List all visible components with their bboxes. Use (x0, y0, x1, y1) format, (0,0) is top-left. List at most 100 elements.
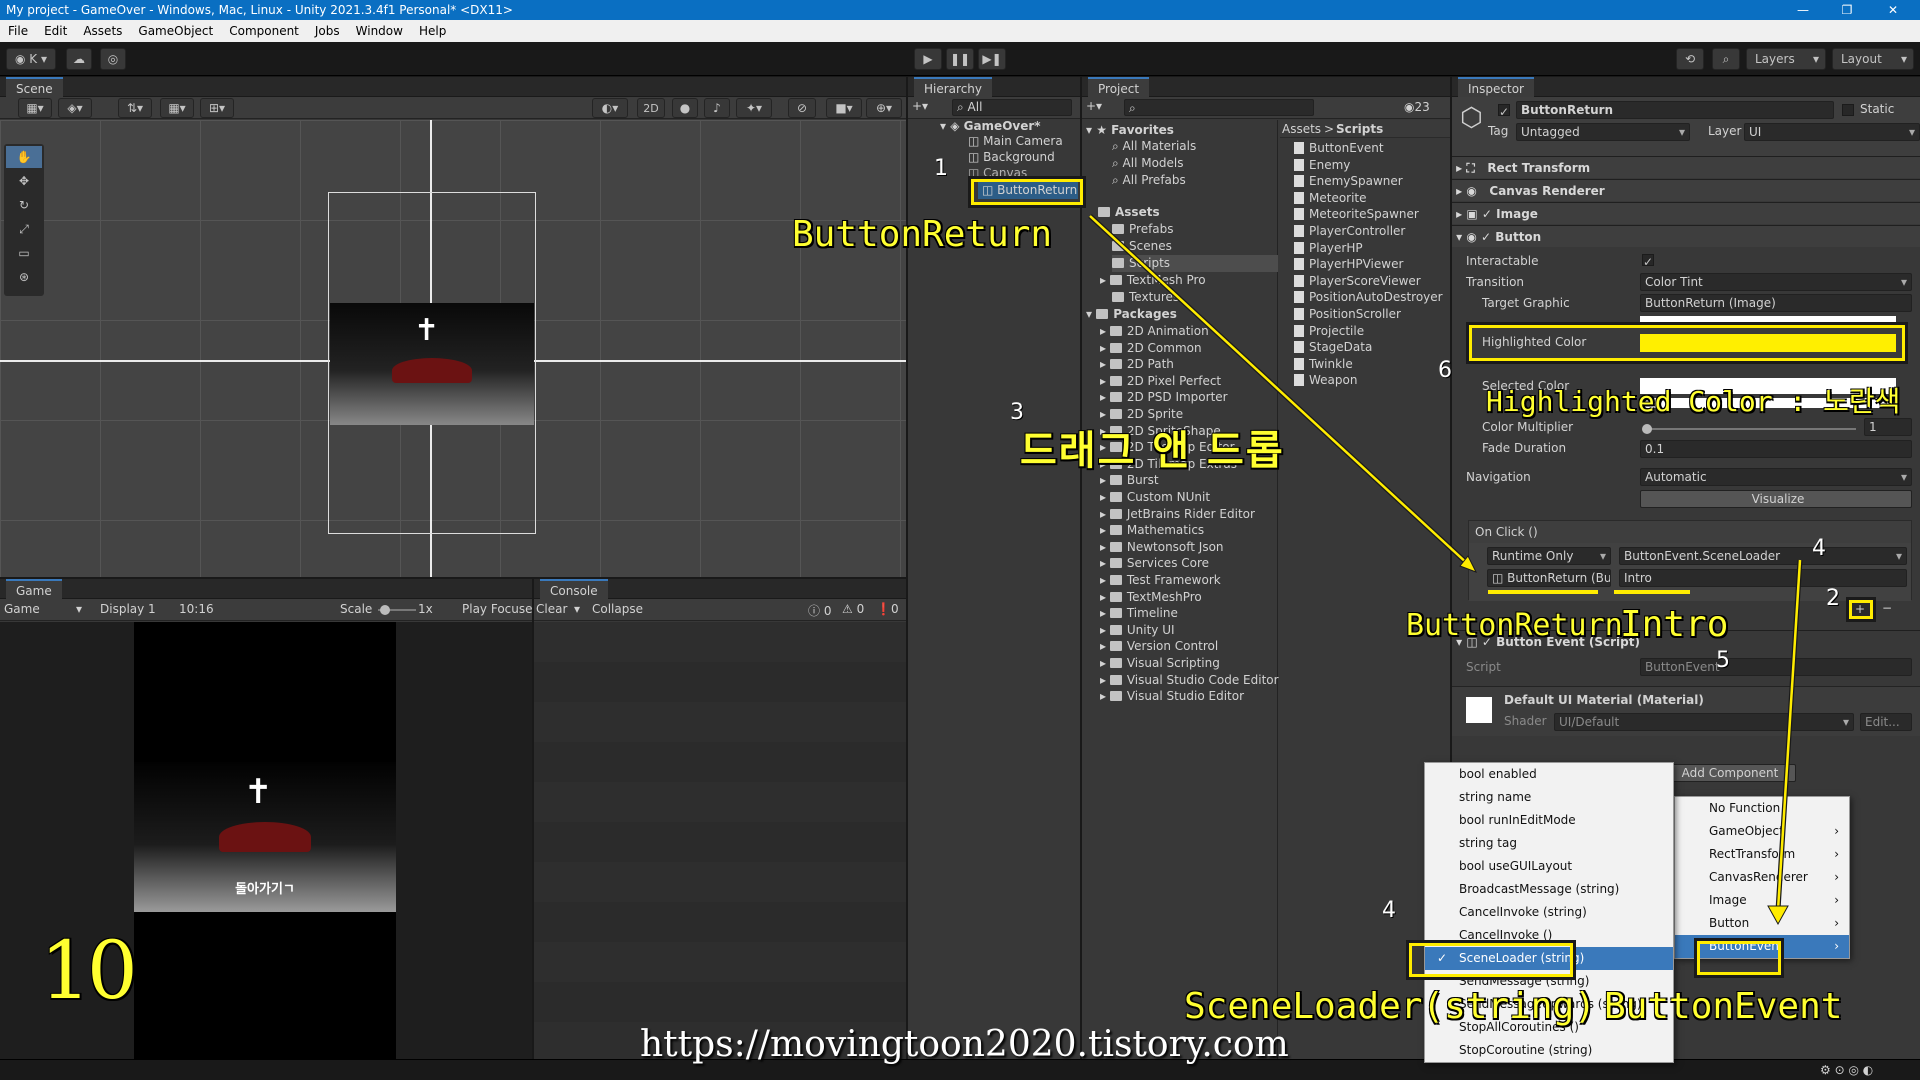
lighting-icon[interactable]: ● (672, 98, 698, 118)
close-icon[interactable]: ✕ (1873, 0, 1913, 20)
transform-tool-icon[interactable]: ⊛ (6, 266, 42, 288)
tab-console[interactable]: Console (540, 578, 608, 599)
script-item[interactable]: PlayerScoreViewer (1294, 273, 1421, 290)
object-name-field[interactable]: ButtonReturn (1516, 101, 1834, 119)
pivot-icon[interactable]: ⇅▾ (118, 98, 152, 118)
target-graphic-field[interactable]: ButtonReturn (Image) (1640, 294, 1912, 312)
hand-tool-icon[interactable]: ✋ (6, 146, 42, 168)
warning-count[interactable]: ⚠ 0 (842, 602, 864, 616)
navigation-dropdown[interactable]: Automatic (1640, 468, 1912, 486)
color-multiplier-slider[interactable] (1642, 424, 1856, 434)
tab-game[interactable]: Game (6, 578, 62, 599)
folder-textures[interactable]: Textures (1112, 289, 1179, 306)
shading-icon[interactable]: ◐▾ (592, 98, 628, 118)
package-folder[interactable]: ▸ Visual Studio Code Editor (1100, 672, 1279, 689)
collab-icon[interactable]: ◎ (100, 48, 126, 70)
menu-component[interactable]: Component (221, 24, 307, 38)
camera-icon[interactable]: ■▾ (826, 98, 862, 118)
game-button-image[interactable]: ✝ 돌아가기ㄱ (134, 762, 396, 912)
favorites-header[interactable]: ▾ ★ Favorites (1086, 122, 1174, 139)
tab-scene[interactable]: Scene (6, 76, 63, 97)
hierarchy-search-input[interactable]: ⌕ All (952, 99, 1072, 116)
script-item[interactable]: MeteoriteSpawner (1294, 206, 1419, 223)
script-item[interactable]: Meteorite (1294, 190, 1367, 207)
account-button[interactable]: ◉ K ▾ (6, 48, 56, 70)
scene-viewport[interactable]: ✝ ✋ ✥ ↻ ⤢ ▭ ⊛ (0, 120, 906, 577)
component-button[interactable]: ▾ ◉ ✓ Button (1452, 225, 1920, 247)
package-folder[interactable]: ▸ Test Framework (1100, 572, 1221, 589)
method-menu-item[interactable]: bool useGUILayout (1425, 855, 1673, 878)
package-folder[interactable]: ▸ 2D Pixel Perfect (1100, 373, 1221, 390)
script-item[interactable]: StageData (1294, 339, 1372, 356)
info-count[interactable]: ⓘ 0 (808, 602, 831, 619)
layers-dropdown[interactable]: Layers ▾ (1746, 48, 1826, 70)
history-icon[interactable]: ⟲ (1676, 48, 1704, 70)
layer-dropdown[interactable]: UI (1744, 123, 1920, 141)
shader-dropdown[interactable]: UI/Default (1554, 713, 1854, 731)
display-dropdown[interactable]: Display 1 (100, 602, 156, 616)
scale-tool-icon[interactable]: ⤢ (6, 218, 42, 240)
transition-dropdown[interactable]: Color Tint (1640, 273, 1912, 291)
menu-no-function[interactable]: No Function (1675, 797, 1849, 820)
menu-jobs[interactable]: Jobs (307, 24, 348, 38)
argument-field[interactable]: Intro (1619, 569, 1907, 587)
script-item[interactable]: PlayerHP (1294, 240, 1363, 257)
script-item[interactable]: ButtonEvent (1294, 140, 1384, 157)
visualize-button[interactable]: Visualize (1640, 490, 1912, 508)
minimize-icon[interactable]: — (1783, 0, 1823, 20)
package-folder[interactable]: ▸ 2D Path (1100, 356, 1174, 373)
runtime-dropdown[interactable]: Runtime Only (1487, 547, 1611, 565)
rotate-tool-icon[interactable]: ↻ (6, 194, 42, 216)
package-folder[interactable]: ▸ Services Core (1100, 555, 1209, 572)
menu-recttransform[interactable]: RectTransform › (1675, 843, 1849, 866)
menu-gameobject[interactable]: GameObject › (1675, 820, 1849, 843)
folder-prefabs[interactable]: Prefabs (1112, 221, 1174, 238)
function-dropdown[interactable]: ButtonEvent.SceneLoader (1619, 547, 1907, 565)
folder-scenes[interactable]: Scenes (1112, 238, 1172, 255)
method-menu-item[interactable]: CancelInvoke (string) (1425, 901, 1673, 924)
grid-snap-icon[interactable]: ▦▾ (160, 98, 194, 118)
maximize-icon[interactable]: ❐ (1827, 0, 1867, 20)
script-item[interactable]: Weapon (1294, 372, 1357, 389)
component-canvas-renderer[interactable]: ▸ ◉ Canvas Renderer (1452, 179, 1920, 201)
script-item[interactable]: Projectile (1294, 323, 1364, 340)
static-checkbox[interactable] (1842, 104, 1854, 116)
effects-icon[interactable]: ✦▾ (736, 98, 772, 118)
package-folder[interactable]: ▸ Unity UI (1100, 622, 1175, 639)
package-folder[interactable]: ▸ 2D Animation (1100, 323, 1209, 340)
script-item[interactable]: Twinkle (1294, 356, 1353, 373)
package-folder[interactable]: ▸ Version Control (1100, 638, 1218, 655)
component-rect-transform[interactable]: ▸ ⛶ Rect Transform (1452, 156, 1920, 178)
tab-inspector[interactable]: Inspector (1458, 76, 1534, 97)
hierarchy-item-main-camera[interactable]: ◫ Main Camera (968, 133, 1063, 150)
fav-all-models[interactable]: ⌕ All Models (1112, 155, 1184, 172)
menu-edit[interactable]: Edit (36, 24, 75, 38)
play-focused-dropdown[interactable]: Play Focuse (462, 602, 533, 616)
clear-button[interactable]: Clear (536, 602, 567, 616)
audio-icon[interactable]: ♪ (704, 98, 730, 118)
method-menu-item[interactable]: bool runInEditMode (1425, 809, 1673, 832)
method-menu-item[interactable]: string name (1425, 786, 1673, 809)
rect-tool-icon[interactable]: ▭ (6, 242, 42, 264)
menu-help[interactable]: Help (411, 24, 454, 38)
menu-canvasrenderer[interactable]: CanvasRenderer › (1675, 866, 1849, 889)
draw-mode-icon[interactable]: ▦▾ (18, 98, 52, 118)
script-item[interactable]: PositionAutoDestroyer (1294, 289, 1443, 306)
script-item[interactable]: PositionScroller (1294, 306, 1401, 323)
add-component-button[interactable]: Add Component (1660, 764, 1796, 782)
folder-scripts[interactable]: Scripts (1112, 255, 1278, 272)
breadcrumb-scripts[interactable]: Scripts (1336, 122, 1383, 136)
gizmos-icon[interactable]: ⊕▾ (866, 98, 902, 118)
menu-image[interactable]: Image › (1675, 889, 1849, 912)
play-button[interactable]: ▶ (914, 48, 942, 70)
hierarchy-item-background[interactable]: ◫ Background (968, 149, 1055, 166)
color-multiplier-field[interactable]: 1 (1864, 418, 1912, 436)
search-icon[interactable]: ⌕ (1712, 48, 1740, 70)
package-folder[interactable]: ▸ TextMeshPro (1100, 589, 1202, 606)
package-folder[interactable]: ▸ Visual Scripting (1100, 655, 1220, 672)
method-menu-item[interactable]: BroadcastMessage (string) (1425, 878, 1673, 901)
menu-assets[interactable]: Assets (75, 24, 130, 38)
interactable-checkbox[interactable]: ✓ (1642, 254, 1654, 269)
package-folder[interactable]: ▸ Mathematics (1100, 522, 1204, 539)
folder-textmesh-pro[interactable]: ▸ TextMesh Pro (1100, 272, 1206, 289)
